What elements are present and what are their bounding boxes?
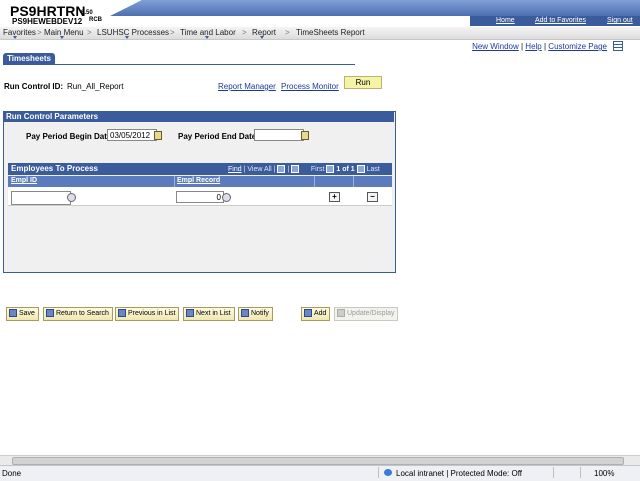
help-link[interactable]: Help [525, 42, 541, 51]
lookup-icon[interactable] [222, 193, 231, 202]
add-to-favorites-link[interactable]: Add to Favorites [535, 17, 586, 24]
link-separator: | [543, 42, 547, 51]
add-row-button[interactable]: + [329, 192, 340, 202]
previous-label: Previous in List [128, 310, 176, 317]
scrollbar-thumb[interactable] [12, 457, 624, 465]
nav-timesheets-report[interactable]: TimeSheets Report [296, 28, 365, 37]
nav-favorites[interactable]: Favorites [3, 28, 36, 37]
nav-separator: > [87, 28, 92, 37]
nav-report[interactable]: Report [252, 28, 276, 37]
grid-icon[interactable] [613, 41, 623, 51]
find-link[interactable]: Find [228, 166, 242, 173]
nav-separator: > [242, 28, 247, 37]
status-divider [553, 467, 554, 478]
dropdown-caret-icon [60, 36, 64, 39]
dropdown-caret-icon [205, 36, 209, 39]
report-manager-link[interactable]: Report Manager [218, 82, 276, 91]
new-window-link[interactable]: New Window [472, 42, 519, 51]
download-grid-icon[interactable] [291, 165, 300, 173]
notify-label: Notify [251, 310, 269, 317]
tab-timesheets[interactable]: Timesheets [3, 53, 55, 64]
return-label: Return to Search [56, 310, 109, 317]
process-monitor-link[interactable]: Process Monitor [281, 82, 339, 91]
sign-out-link[interactable]: Sign out [607, 17, 633, 24]
link-separator: | [520, 42, 524, 51]
return-to-search-button[interactable]: Return to Search [43, 307, 113, 321]
add-label: Add [314, 310, 327, 317]
save-button[interactable]: Save [6, 307, 39, 321]
column-divider [353, 176, 354, 187]
status-divider [378, 467, 379, 478]
end-date-label: Pay Period End Date: [178, 132, 259, 141]
intranet-zone-icon [384, 469, 392, 476]
run-control-label: Run Control ID: [4, 82, 64, 91]
nav-separator: > [37, 28, 42, 37]
update-display-button[interactable]: Update/Display [334, 307, 399, 321]
empl-id-input[interactable] [11, 191, 71, 205]
grid-title: Employees To Process [11, 164, 98, 173]
lookup-icon[interactable] [67, 193, 76, 202]
status-divider [580, 467, 581, 478]
menu-navbar: Favorites > Main Menu > LSUHSC Processes… [0, 27, 640, 40]
column-empl-id[interactable]: Empl ID [11, 177, 37, 184]
grid-navigation: Find | View All | | First 1 of 1 Last [228, 165, 380, 173]
tab-underline [3, 64, 355, 65]
home-link[interactable]: Home [496, 17, 515, 24]
add-button[interactable]: Add [301, 307, 331, 321]
save-icon [9, 309, 17, 318]
run-control-value: Run_All_Report [67, 82, 124, 91]
banner-stripe [110, 0, 640, 16]
nav-separator: > [170, 28, 175, 37]
status-text: Done [2, 469, 22, 478]
security-zone-text: Local intranet | Protected Mode: Off [396, 469, 522, 478]
column-divider [314, 176, 315, 187]
previous-in-list-button[interactable]: Previous in List [115, 307, 180, 321]
end-date-input[interactable] [254, 129, 304, 141]
previous-row-icon[interactable] [326, 165, 335, 173]
nav-lsuhsc-processes[interactable]: LSUHSC Processes [97, 28, 169, 37]
calendar-icon[interactable] [301, 131, 309, 140]
dropdown-caret-icon [125, 36, 129, 39]
run-button[interactable]: Run [344, 76, 382, 89]
app-version: 8.50 [81, 10, 93, 16]
next-row-icon[interactable] [356, 165, 365, 173]
grid-column-headers: Empl ID Empl Record [8, 176, 392, 187]
dropdown-caret-icon [13, 36, 17, 39]
update-display-label: Update/Display [347, 310, 395, 317]
begin-date-input[interactable] [107, 129, 157, 141]
first-link[interactable]: First [311, 166, 325, 173]
customize-page-link[interactable]: Customize Page [548, 42, 607, 51]
next-label: Next in List [196, 310, 231, 317]
user-id: RCB [89, 17, 102, 23]
add-icon [304, 309, 312, 318]
return-icon [46, 309, 54, 318]
notify-icon [241, 309, 249, 318]
empl-record-input[interactable] [176, 191, 224, 203]
dropdown-caret-icon [260, 36, 264, 39]
notify-button[interactable]: Notify [238, 307, 273, 321]
page-links: New Window | Help | Customize Page [472, 42, 607, 51]
header-links-bar: Home Add to Favorites Sign out [470, 16, 640, 26]
update-display-icon [337, 309, 345, 318]
nav-separator: > [285, 28, 290, 37]
next-in-list-button[interactable]: Next in List [183, 307, 235, 321]
row-range: 1 of 1 [336, 165, 355, 173]
next-icon [186, 309, 194, 318]
calendar-icon[interactable] [154, 131, 162, 140]
begin-date-label: Pay Period Begin Date: [26, 132, 115, 141]
column-divider [174, 176, 175, 187]
view-all-link[interactable]: View All [247, 166, 271, 173]
save-label: Save [19, 310, 35, 317]
server-name: PS9HEWEBDEV12 [12, 17, 83, 26]
delete-row-button[interactable]: − [367, 192, 378, 202]
last-link[interactable]: Last [367, 166, 380, 173]
panel-title: Run Control Parameters [3, 111, 394, 122]
status-bar [0, 465, 640, 481]
previous-icon [118, 309, 126, 318]
zoom-level[interactable]: 100% [594, 469, 614, 478]
column-empl-record[interactable]: Empl Record [177, 177, 220, 184]
zoom-grid-icon[interactable] [277, 165, 286, 173]
